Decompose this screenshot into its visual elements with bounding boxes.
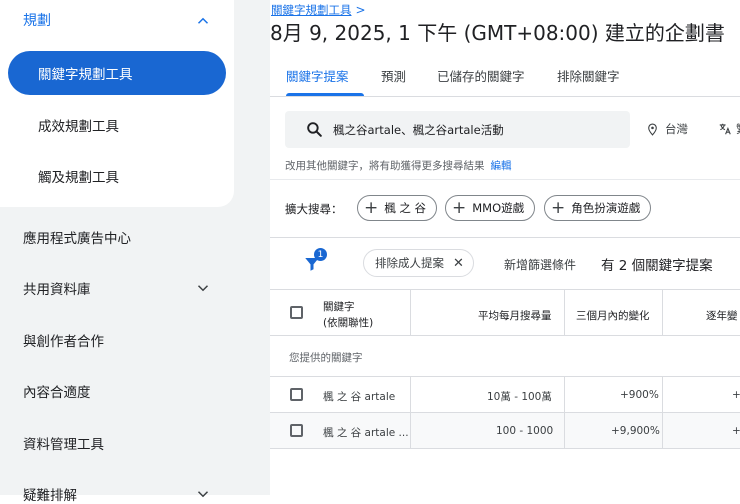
tab-bar: 關鍵字提案 預測 已儲存的關鍵字 排除關鍵字 [270,52,740,98]
divider [270,179,740,180]
sidebar: 規劃 關鍵字規劃工具 成效規劃工具 觸及規劃工具 應用程式廣告中心 共用資料庫 … [0,0,270,504]
table-row: 楓 之 谷 artale ... 100 - 1000 +9,900% + [270,412,740,449]
sidebar-item-app-ads-hub[interactable]: 應用程式廣告中心 [23,227,131,247]
exclude-adult-filter-chip[interactable]: 排除成人提案 ✕ [363,249,474,277]
planning-group: 規劃 關鍵字規劃工具 成效規劃工具 觸及規劃工具 [0,0,234,207]
column-divider [410,377,411,413]
header-three-month-change[interactable]: 三個月內的變化 [576,308,650,323]
sidebar-item-keyword-planner[interactable]: 關鍵字規劃工具 [8,51,226,95]
tab-forecast[interactable]: 預測 [381,66,406,85]
row-checkbox[interactable] [290,388,303,401]
search-icon [307,122,322,137]
broaden-search-label: 擴大搜尋： [285,202,343,216]
keyword-cell[interactable]: 楓 之 谷 artale ... [323,425,409,440]
language-selector[interactable]: 繁 [718,121,740,137]
add-filter-button[interactable]: 新增篩選條件 [504,256,576,273]
edit-link[interactable]: 編輯 [491,160,512,172]
broaden-chip-maplestory[interactable]: + 楓 之 谷 [357,195,438,221]
table-row: 楓 之 谷 artale 10萬 - 100萬 +900% + [270,376,740,413]
page-title: 8月 9, 2025, 1 下午 (GMT+08:00) 建立的企劃書 [270,21,725,45]
sidebar-item-reach-planner[interactable]: 觸及規劃工具 [8,154,226,198]
header-yoy-change[interactable]: 逐年變 [706,308,738,323]
avg-searches-cell: 10萬 - 100萬 [487,391,552,403]
select-all-checkbox[interactable] [290,306,303,319]
avg-searches-cell: 100 - 1000 [496,425,554,437]
filter-count-badge: 1 [314,248,327,261]
tab-negative-keywords[interactable]: 排除關鍵字 [557,66,620,85]
location-pin-icon [648,123,657,136]
table-header: 關鍵字 (依關聯性) 平均每月搜尋量 三個月內的變化 逐年變 [270,290,740,336]
breadcrumb-link[interactable]: 關鍵字規劃工具 [271,2,352,18]
column-divider [564,413,565,449]
three-month-cell: +900% [620,389,659,401]
planning-group-title[interactable]: 規劃 [23,10,51,30]
column-divider [662,413,663,449]
chevron-down-icon[interactable] [194,279,212,297]
column-divider [662,377,663,413]
plus-icon: + [364,197,379,218]
tabs-divider [270,96,740,97]
breadcrumb-arrow: > [355,3,366,17]
plus-icon: + [551,197,566,218]
search-query: 楓之谷artale、楓之谷artale活動 [333,123,504,137]
sidebar-item-performance-planner[interactable]: 成效規劃工具 [8,103,226,147]
yoy-cell: + [732,425,740,437]
row-checkbox[interactable] [290,424,303,437]
keyword-search-input[interactable]: 楓之谷artale、楓之谷artale活動 [285,111,630,148]
location-selector[interactable]: 台灣 [646,121,688,137]
column-divider [662,290,663,336]
column-divider [410,290,411,336]
sidebar-item-content-suitability[interactable]: 內容合適度 [23,381,91,401]
header-keyword[interactable]: 關鍵字 [323,299,355,314]
three-month-cell: +9,900% [611,425,660,437]
sidebar-item-data-manager[interactable]: 資料管理工具 [23,433,104,453]
translate-icon [719,123,731,135]
column-divider [564,377,565,413]
chevron-down-icon[interactable] [194,485,212,503]
header-keyword-sort: (依關聯性) [323,317,374,329]
keyword-count: 有 2 個關鍵字提案 [601,258,713,274]
yoy-cell: + [732,389,740,401]
search-hint-text: 改用其他關鍵字，將有助獲得更多搜尋結果 [285,160,485,172]
close-icon[interactable]: ✕ [453,256,464,271]
filter-bar: 1 排除成人提案 ✕ 新增篩選條件 有 2 個關鍵字提案 [270,237,740,290]
breadcrumb: 關鍵字規劃工具 > [271,2,366,18]
broaden-chip-mmo[interactable]: + MMO遊戲 [445,195,536,221]
language-label: 繁 [736,121,740,137]
tab-saved-keywords[interactable]: 已儲存的關鍵字 [437,66,525,85]
header-avg-monthly-searches[interactable]: 平均每月搜尋量 [478,308,552,323]
sidebar-item-shared-library[interactable]: 共用資料庫 [23,278,91,298]
main-content: 關鍵字規劃工具 > 8月 9, 2025, 1 下午 (GMT+08:00) 建… [270,0,740,495]
plus-icon: + [452,197,467,218]
provided-keywords-label: 您提供的關鍵字 [289,352,363,364]
column-divider [564,290,565,336]
search-hint: 改用其他關鍵字，將有助獲得更多搜尋結果 編輯 [285,158,512,173]
location-label: 台灣 [665,122,688,136]
chevron-up-icon[interactable] [194,12,212,30]
sidebar-item-creator-partnerships[interactable]: 與創作者合作 [23,330,104,350]
sidebar-item-troubleshooting[interactable]: 疑難排解 [23,484,77,504]
column-divider [410,413,411,449]
broaden-chip-rpg[interactable]: + 角色扮演遊戲 [544,195,652,221]
keyword-cell[interactable]: 楓 之 谷 artale [323,389,395,404]
tab-keyword-ideas[interactable]: 關鍵字提案 [286,66,349,85]
